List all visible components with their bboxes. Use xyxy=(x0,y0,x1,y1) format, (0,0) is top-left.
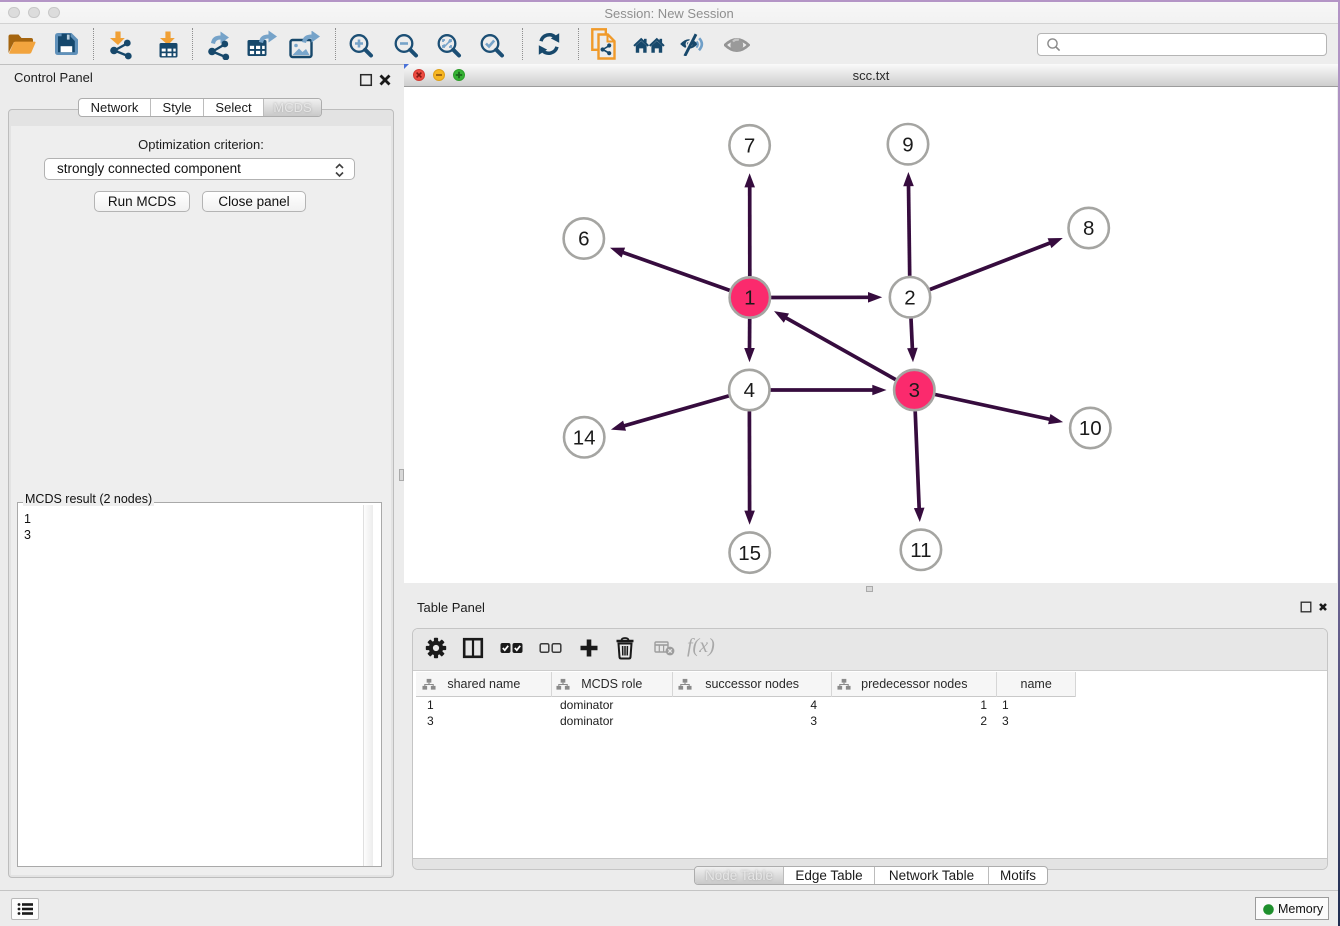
svg-text:10: 10 xyxy=(1079,417,1102,440)
svg-text:11: 11 xyxy=(910,539,931,562)
svg-text:1: 1 xyxy=(744,287,755,310)
svg-text:3: 3 xyxy=(909,379,920,402)
svg-text:9: 9 xyxy=(902,133,913,156)
svg-text:14: 14 xyxy=(573,427,596,450)
svg-text:2: 2 xyxy=(904,286,915,309)
svg-text:7: 7 xyxy=(744,135,755,158)
svg-text:8: 8 xyxy=(1083,217,1094,240)
svg-text:4: 4 xyxy=(744,379,755,402)
svg-text:15: 15 xyxy=(738,542,761,565)
svg-text:6: 6 xyxy=(578,228,589,251)
